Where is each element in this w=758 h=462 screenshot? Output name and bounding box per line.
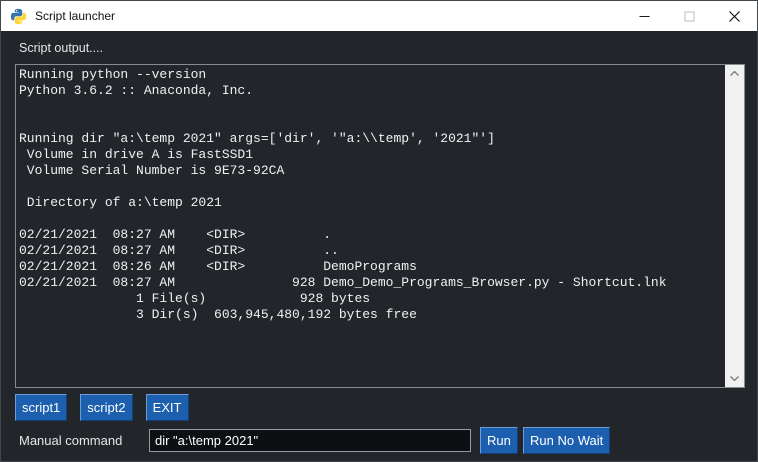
script-output-label: Script output.... [19, 41, 103, 55]
script-button-row: script1 script2 EXIT [15, 394, 189, 421]
window-controls [622, 1, 757, 31]
manual-command-label: Manual command [19, 433, 122, 448]
maximize-button[interactable] [667, 1, 712, 31]
close-button[interactable] [712, 1, 757, 31]
maximize-icon [684, 11, 695, 22]
manual-command-input[interactable] [149, 429, 471, 452]
exit-button[interactable]: EXIT [146, 394, 189, 421]
close-icon [729, 11, 740, 22]
python-logo-icon [10, 8, 27, 25]
script2-button[interactable]: script2 [80, 394, 132, 421]
run-button[interactable]: Run [480, 427, 518, 454]
chevron-up-icon[interactable] [725, 65, 744, 82]
console-output[interactable]: Running python --version Python 3.6.2 ::… [15, 64, 745, 388]
script1-button[interactable]: script1 [15, 394, 67, 421]
title-bar[interactable]: Script launcher [1, 1, 757, 31]
chevron-down-icon[interactable] [725, 370, 744, 387]
minimize-button[interactable] [622, 1, 667, 31]
run-no-wait-button[interactable]: Run No Wait [523, 427, 610, 454]
minimize-icon [639, 11, 650, 22]
console-text: Running python --version Python 3.6.2 ::… [19, 67, 723, 385]
script-launcher-window: Script launcher Script output.... Runnin… [0, 0, 758, 462]
vertical-scrollbar[interactable] [725, 65, 744, 387]
window-title: Script launcher [35, 9, 622, 23]
